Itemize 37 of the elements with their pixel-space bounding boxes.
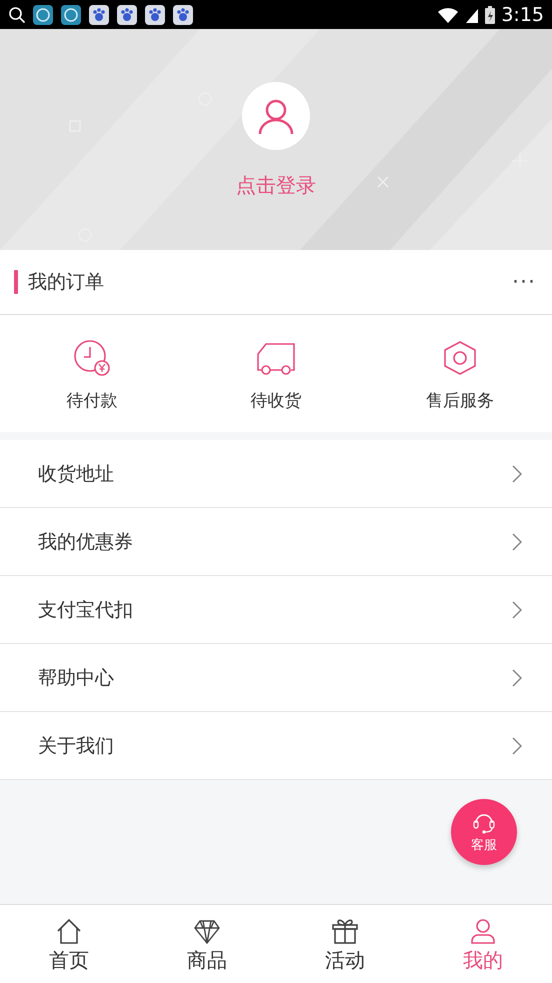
chevron-right-icon [512, 600, 522, 618]
gift-icon [331, 917, 359, 945]
clock-time: 3:15 [501, 4, 544, 26]
app-notification-icon [60, 4, 82, 26]
order-status-button[interactable]: 售后服务 [368, 315, 552, 432]
nut-icon [442, 340, 478, 376]
user-icon [469, 917, 497, 945]
app-notification-icon [32, 4, 54, 26]
tab[interactable]: 首页 [0, 905, 138, 983]
menu-item[interactable]: 我的优惠券 [0, 508, 552, 576]
paw-notification-icon [88, 4, 110, 26]
battery-icon [485, 6, 496, 24]
clock-icon [73, 339, 111, 377]
menu-item[interactable]: 关于我们 [0, 712, 552, 780]
wifi-icon [437, 6, 460, 24]
more-button[interactable]: ··· [512, 270, 536, 294]
order-status-button[interactable]: 待付款 [0, 315, 184, 432]
truck-icon [255, 340, 297, 376]
home-icon [55, 917, 83, 945]
customer-service-button[interactable]: 客服 [451, 799, 517, 865]
order-status-button[interactable]: 待收货 [184, 315, 368, 432]
menu-item[interactable]: 支付宝代扣 [0, 576, 552, 644]
menu-item[interactable]: 帮助中心 [0, 644, 552, 712]
chevron-right-icon [512, 532, 522, 550]
paw-notification-icon [116, 4, 138, 26]
section-title: 我的订单 [28, 270, 105, 295]
signal-icon [465, 6, 480, 22]
chevron-right-icon [512, 464, 522, 482]
search-icon [8, 6, 26, 24]
chevron-right-icon [512, 736, 522, 754]
menu-item[interactable]: 收货地址 [0, 440, 552, 508]
paw-notification-icon [172, 4, 194, 26]
tab[interactable]: 活动 [276, 905, 414, 983]
tab[interactable]: 我的 [414, 905, 552, 983]
tab[interactable]: 商品 [138, 905, 276, 983]
paw-notification-icon [144, 4, 166, 26]
chevron-right-icon [512, 668, 522, 686]
